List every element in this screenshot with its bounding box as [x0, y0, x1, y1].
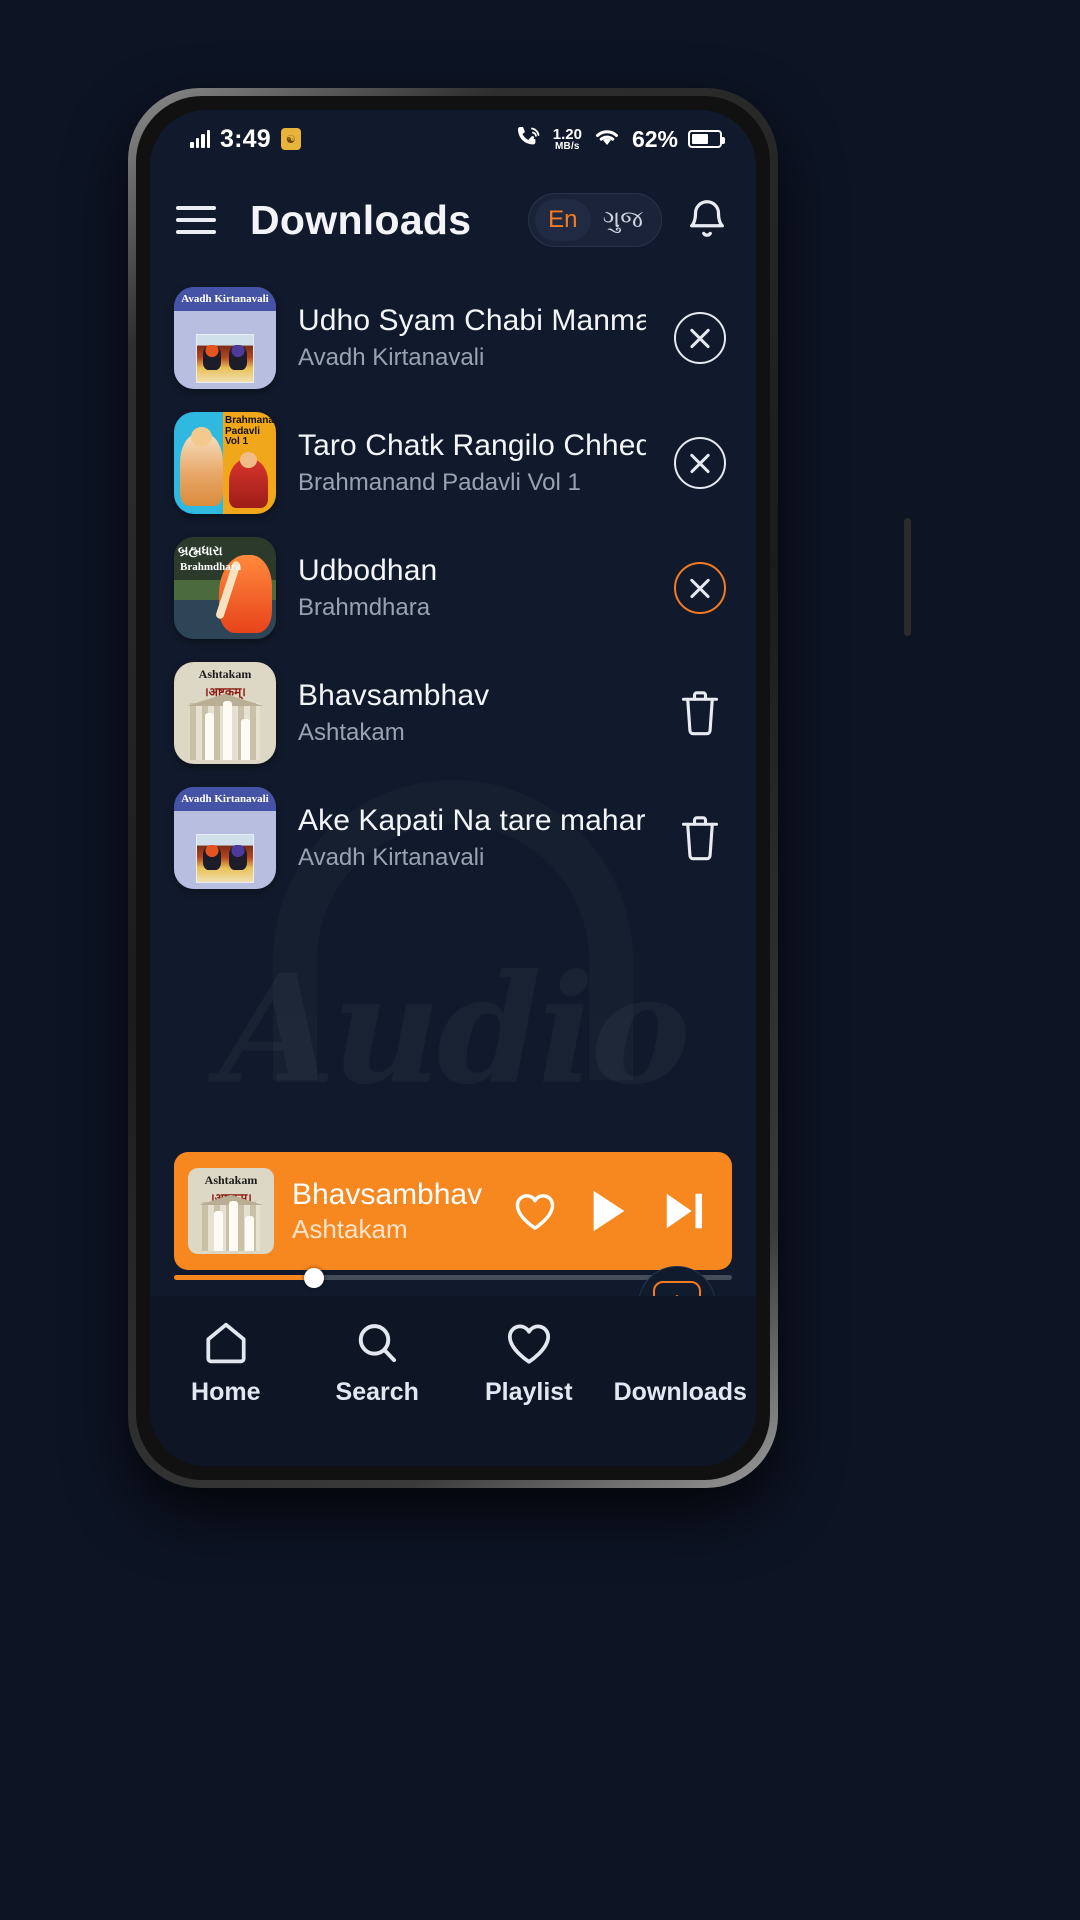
table-row[interactable]: Ashtakam ।अष्टकम्। Bhavsambhav Ashtakam — [174, 653, 732, 773]
album-cover: Avadh Kirtanavali — [174, 287, 276, 389]
phone-button-power — [904, 518, 911, 636]
status-bar-right: 1.20 MB/s 62% — [515, 124, 725, 155]
hamburger-menu-icon[interactable] — [176, 203, 222, 237]
mini-player[interactable]: Ashtakam ।अष्टकम्। Bhavsambhav Ashtakam — [174, 1152, 732, 1270]
cancel-circle-icon — [674, 437, 726, 489]
home-icon — [201, 1318, 251, 1368]
delete-download-button[interactable] — [668, 688, 732, 738]
track-album: Ashtakam — [298, 719, 405, 746]
album-cover: Brahmanand Padavli Vol 1 — [174, 412, 276, 514]
cancel-circle-icon — [674, 312, 726, 364]
track-title: Bhavsambhav — [298, 679, 490, 712]
cancel-download-button[interactable] — [668, 312, 732, 364]
nav-item-playlist[interactable]: Playlist — [453, 1318, 605, 1407]
track-meta: Udbodhan Brahmdhara — [298, 554, 646, 622]
download-icon — [655, 1318, 705, 1368]
nav-label-search: Search — [335, 1378, 419, 1406]
table-row[interactable]: Avadh Kirtanavali Udho Syam Chabi Manman… — [174, 278, 732, 398]
wifi-icon — [592, 125, 622, 154]
nav-label-playlist: Playlist — [484, 1378, 573, 1406]
track-meta: Udho Syam Chabi Manmani Avadh Kirtanaval… — [298, 304, 646, 372]
search-icon — [352, 1318, 402, 1368]
trash-icon — [678, 813, 722, 863]
signal-bars-icon — [190, 130, 210, 148]
album-cover: બ્રહ્મધારા Brahmdhara — [174, 537, 276, 639]
notification-bell-icon[interactable] — [684, 197, 730, 243]
track-title: Udho Syam Chabi Manmani — [298, 304, 646, 337]
mini-player-cover: Ashtakam ।अष्टकम्। — [188, 1168, 274, 1254]
table-row[interactable]: Brahmanand Padavli Vol 1 Taro Chatk Rang… — [174, 403, 732, 523]
mini-player-title: Bhavsambhav — [292, 1177, 483, 1211]
mini-player-meta: Bhavsambhav Ashtakam — [292, 1178, 494, 1245]
track-album: Avadh Kirtanavali — [298, 344, 485, 371]
vowifi-call-icon — [515, 124, 543, 155]
track-title: Udbodhan — [298, 554, 438, 587]
delete-download-button[interactable] — [668, 813, 732, 863]
cancel-download-button[interactable] — [668, 562, 732, 614]
phone-frame: 3:49 ☯ 1.20 MB/s 62% Downloads En ગુજ Av… — [128, 88, 911, 1488]
nav-label-home: Home — [191, 1378, 261, 1406]
heart-outline-icon — [504, 1318, 554, 1368]
battery-percent: 62% — [631, 125, 678, 152]
play-icon[interactable] — [588, 1188, 630, 1234]
cancel-download-button[interactable] — [668, 437, 732, 489]
track-meta: Ake Kapati Na tare maharaj Avadh Kirtana… — [298, 804, 646, 872]
trash-icon — [678, 688, 722, 738]
status-time: 3:49 — [220, 124, 271, 153]
nav-label-downloads: Downloads — [613, 1378, 747, 1406]
downloads-list: Avadh Kirtanavali Udho Syam Chabi Manman… — [150, 278, 756, 903]
bottom-navigation: Home Search Playlist Downloads — [150, 1296, 756, 1466]
track-title: Ake Kapati Na tare maharaj — [298, 804, 646, 837]
app-header: Downloads En ગુજ — [150, 168, 756, 272]
data-speed: 1.20 MB/s — [552, 125, 582, 152]
cancel-circle-icon — [674, 562, 726, 614]
app-header-actions: En ગુજ — [527, 193, 730, 247]
mini-player-album: Ashtakam — [292, 1213, 408, 1244]
heart-outline-icon[interactable] — [512, 1190, 558, 1232]
language-option-guj[interactable]: ગુજ — [591, 199, 655, 241]
watermark-text: Audio — [219, 942, 686, 1118]
track-album: Avadh Kirtanavali — [298, 844, 485, 871]
battery-icon — [688, 130, 725, 148]
table-row[interactable]: બ્રહ્મધારા Brahmdhara Udbodhan Brahmdhar… — [174, 528, 732, 648]
track-meta: Taro Chatk Rangilo Chhedlo Brahmanand Pa… — [298, 429, 646, 497]
language-toggle[interactable]: En ગુજ — [527, 193, 662, 247]
app-notification-badge-icon: ☯ — [280, 128, 301, 150]
next-track-icon[interactable] — [660, 1188, 708, 1234]
table-row[interactable]: Avadh Kirtanavali Ake Kapati Na tare mah… — [174, 778, 732, 898]
nav-item-home[interactable]: Home — [150, 1318, 302, 1407]
track-title: Taro Chatk Rangilo Chhedlo — [298, 429, 646, 462]
track-album: Brahmdhara — [298, 594, 431, 621]
nav-item-downloads[interactable]: Downloads — [605, 1318, 757, 1407]
status-bar: 3:49 ☯ 1.20 MB/s 62% — [150, 110, 756, 168]
nav-item-search[interactable]: Search — [302, 1318, 454, 1407]
status-bar-left: 3:49 ☯ — [190, 125, 301, 154]
track-meta: Bhavsambhav Ashtakam — [298, 679, 646, 747]
progress-knob[interactable] — [303, 1267, 324, 1288]
track-album: Brahmanand Padavli Vol 1 — [298, 469, 581, 496]
album-cover: Ashtakam ।अष्टकम्। — [174, 662, 276, 764]
mini-player-controls — [512, 1188, 708, 1234]
language-option-en[interactable]: En — [534, 199, 591, 241]
album-cover: Avadh Kirtanavali — [174, 787, 276, 889]
screenshot-root: 3:49 ☯ 1.20 MB/s 62% Downloads En ગુજ Av… — [0, 0, 1080, 1920]
page-title: Downloads — [250, 196, 472, 243]
phone-screen: 3:49 ☯ 1.20 MB/s 62% Downloads En ગુજ Av… — [150, 110, 756, 1466]
progress-fill — [174, 1275, 314, 1280]
phone-bezel: 3:49 ☯ 1.20 MB/s 62% Downloads En ગુજ Av… — [136, 96, 770, 1480]
